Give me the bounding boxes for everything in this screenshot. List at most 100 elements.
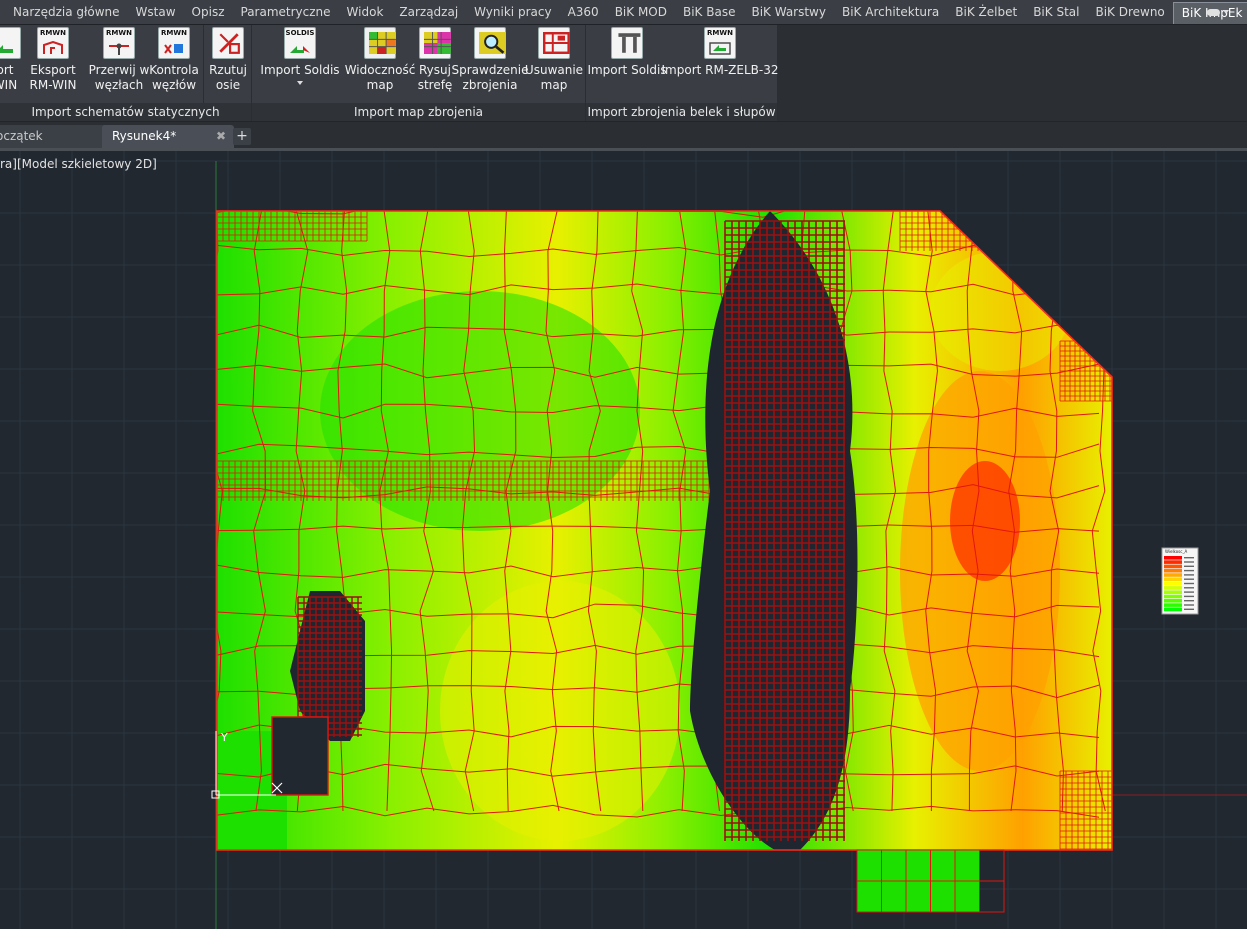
tab-start-label: oczątek bbox=[0, 129, 43, 143]
tab-drawing-label: Rysunek4* bbox=[112, 129, 177, 143]
legend-value-mark bbox=[1184, 591, 1194, 593]
break-at-nodes-button[interactable]: RMWN Przerwij w węzłach bbox=[89, 27, 149, 93]
ribbon-tab-11[interactable]: BiK Architektura bbox=[834, 0, 947, 24]
import-rmwin-button[interactable]: ort WIN bbox=[0, 27, 22, 93]
legend-swatch bbox=[1164, 607, 1182, 612]
chevron-down-icon bbox=[1223, 10, 1229, 14]
panel-title-maps: Import map zbrojenia bbox=[252, 103, 585, 121]
legend-value-mark bbox=[1184, 595, 1194, 598]
legend-value-mark bbox=[1184, 565, 1194, 567]
legend-value-mark bbox=[1184, 574, 1194, 576]
magnifier-icon bbox=[474, 27, 506, 59]
legend-value-mark bbox=[1184, 569, 1194, 572]
rm-zelb-icon: RMWN bbox=[704, 27, 736, 59]
extension-element bbox=[856, 880, 882, 913]
legend-swatch bbox=[1164, 581, 1182, 586]
ribbon-tab-4[interactable]: Widok bbox=[339, 0, 392, 24]
ribbon-tab-6[interactable]: Wyniki pracy bbox=[466, 0, 559, 24]
project-axes-button[interactable]: Rzutuj osie bbox=[209, 27, 247, 93]
ribbon-tab-8[interactable]: BiK MOD bbox=[607, 0, 675, 24]
ribbon-tab-5[interactable]: Zarządzaj bbox=[391, 0, 466, 24]
field-zone-red bbox=[950, 461, 1020, 581]
viewport-controls-label[interactable]: ra][Model szkieletowy 2D] bbox=[0, 157, 157, 171]
legend-swatch bbox=[1164, 577, 1182, 582]
legend-value-mark bbox=[1184, 587, 1194, 589]
close-icon[interactable]: ✖ bbox=[216, 125, 226, 148]
map-grid-icon bbox=[364, 27, 396, 59]
legend-value-mark bbox=[1184, 604, 1194, 606]
node-check-icon: RMWN bbox=[158, 27, 190, 59]
ribbon-tab-9[interactable]: BiK Base bbox=[675, 0, 743, 24]
import-rm-zelb-button[interactable]: RMWN Import RM-ZELB-32 bbox=[662, 27, 779, 78]
legend-swatch bbox=[1164, 599, 1182, 603]
legend-value-mark bbox=[1184, 557, 1194, 559]
legend-title: Wielkosc_A bbox=[1165, 549, 1187, 554]
tab-drawing[interactable]: Rysunek4* ✖ bbox=[102, 125, 234, 148]
fe-mesh-drawing: Y Wielkosc_A bbox=[0, 151, 1247, 929]
extension-element bbox=[954, 880, 980, 913]
legend-swatch bbox=[1164, 560, 1182, 564]
panel-import-beams: Import Soldis RMWN Import RM-ZELB-32 Imp… bbox=[586, 25, 779, 121]
legend-value-mark bbox=[1184, 578, 1194, 580]
ucs-y-label: Y bbox=[220, 731, 228, 744]
soldis-icon: SOLDIS bbox=[284, 27, 316, 59]
ribbon-tab-13[interactable]: BiK Stal bbox=[1025, 0, 1087, 24]
import-soldis-maps-button[interactable]: SOLDIS Import Soldis bbox=[260, 27, 340, 85]
legend-swatch bbox=[1164, 594, 1182, 599]
legend-value-mark bbox=[1184, 600, 1194, 602]
extension-element bbox=[930, 849, 956, 882]
panel-import-maps: SOLDIS Import Soldis Widoczność map Rysu… bbox=[252, 25, 586, 121]
extension-empty-element bbox=[979, 849, 1005, 882]
extension-element bbox=[905, 880, 931, 913]
legend-swatch bbox=[1164, 568, 1182, 573]
slab-extension bbox=[856, 849, 1005, 913]
dropdown-arrow-icon[interactable] bbox=[297, 81, 303, 85]
legend-value-mark bbox=[1184, 608, 1194, 610]
ribbon-tabs-row: Narzędzia główne Wstaw Opisz Parametryczne W… bbox=[0, 0, 1247, 24]
extension-empty-element bbox=[979, 880, 1005, 913]
document-tabs: oczątek Rysunek4* ✖ + bbox=[0, 122, 1247, 151]
map-visibility-button[interactable]: Widoczność map bbox=[345, 27, 415, 93]
project-axes-icon bbox=[212, 27, 244, 59]
ribbon-tab-strip: Narzędzia główne Wstaw Opisz Parametryczne W… bbox=[0, 0, 1247, 25]
new-tab-button[interactable]: + bbox=[233, 128, 251, 145]
remove-maps-icon bbox=[538, 27, 570, 59]
ribbon-tab-14[interactable]: BiK Drewno bbox=[1087, 0, 1172, 24]
ribbon-tab-3[interactable]: Parametryczne bbox=[233, 0, 339, 24]
legend-swatch bbox=[1164, 603, 1182, 607]
color-legend: Wielkosc_A bbox=[1161, 547, 1199, 615]
panel-title-beams: Import zbrojenia belek i słupów bbox=[586, 103, 777, 121]
extension-element bbox=[905, 849, 931, 882]
legend-swatch bbox=[1164, 556, 1182, 560]
break-nodes-icon: RMWN bbox=[103, 27, 135, 59]
ribbon-empty-area bbox=[778, 25, 1247, 121]
import-arrow-icon bbox=[0, 27, 21, 59]
ribbon-tab-2[interactable]: Opisz bbox=[184, 0, 233, 24]
slab-opening bbox=[271, 716, 329, 796]
extension-element bbox=[856, 849, 882, 882]
drawing-viewport[interactable]: Y Wielkosc_A ra][Model szkieletowy 2D] bbox=[0, 151, 1247, 929]
legend-swatch bbox=[1164, 590, 1182, 594]
ribbon-tab-12[interactable]: BiK Żelbet bbox=[947, 0, 1025, 24]
ribbon-tab-10[interactable]: BiK Warstwy bbox=[743, 0, 834, 24]
import-soldis-beams-button[interactable]: Import Soldis bbox=[587, 27, 667, 78]
ribbon-tab-0[interactable]: Narzędzia główne bbox=[0, 0, 128, 24]
check-reinforcement-button[interactable]: Sprawdzenie zbrojenia bbox=[452, 27, 528, 93]
export-rmwin-button[interactable]: RMWN Eksport RM-WIN bbox=[24, 27, 82, 93]
ribbon-panels: ort WIN RMWN Eksport RM-WIN RMWN Przerwi… bbox=[0, 25, 1247, 122]
ribbon-minimize-toggle[interactable] bbox=[1207, 5, 1231, 19]
slab-plate bbox=[217, 211, 1112, 850]
tab-start[interactable]: oczątek bbox=[0, 125, 108, 148]
draw-zone-button[interactable]: Rysuj strefę bbox=[416, 27, 454, 93]
remove-maps-button[interactable]: Usuwanie map bbox=[524, 27, 584, 93]
ribbon-tab-1[interactable]: Wstaw bbox=[128, 0, 184, 24]
field-zone-yellow bbox=[440, 581, 680, 841]
extension-element bbox=[954, 849, 980, 882]
panel-import-static: ort WIN RMWN Eksport RM-WIN RMWN Przerwi… bbox=[0, 25, 251, 121]
ribbon-tab-7[interactable]: A360 bbox=[560, 0, 607, 24]
ribbon-toggle-icon bbox=[1207, 8, 1220, 16]
plus-icon: + bbox=[236, 128, 248, 144]
node-check-button[interactable]: RMWN Kontrola węzłów bbox=[148, 27, 200, 93]
legend-value-mark bbox=[1184, 561, 1194, 563]
column-icon bbox=[611, 27, 643, 59]
